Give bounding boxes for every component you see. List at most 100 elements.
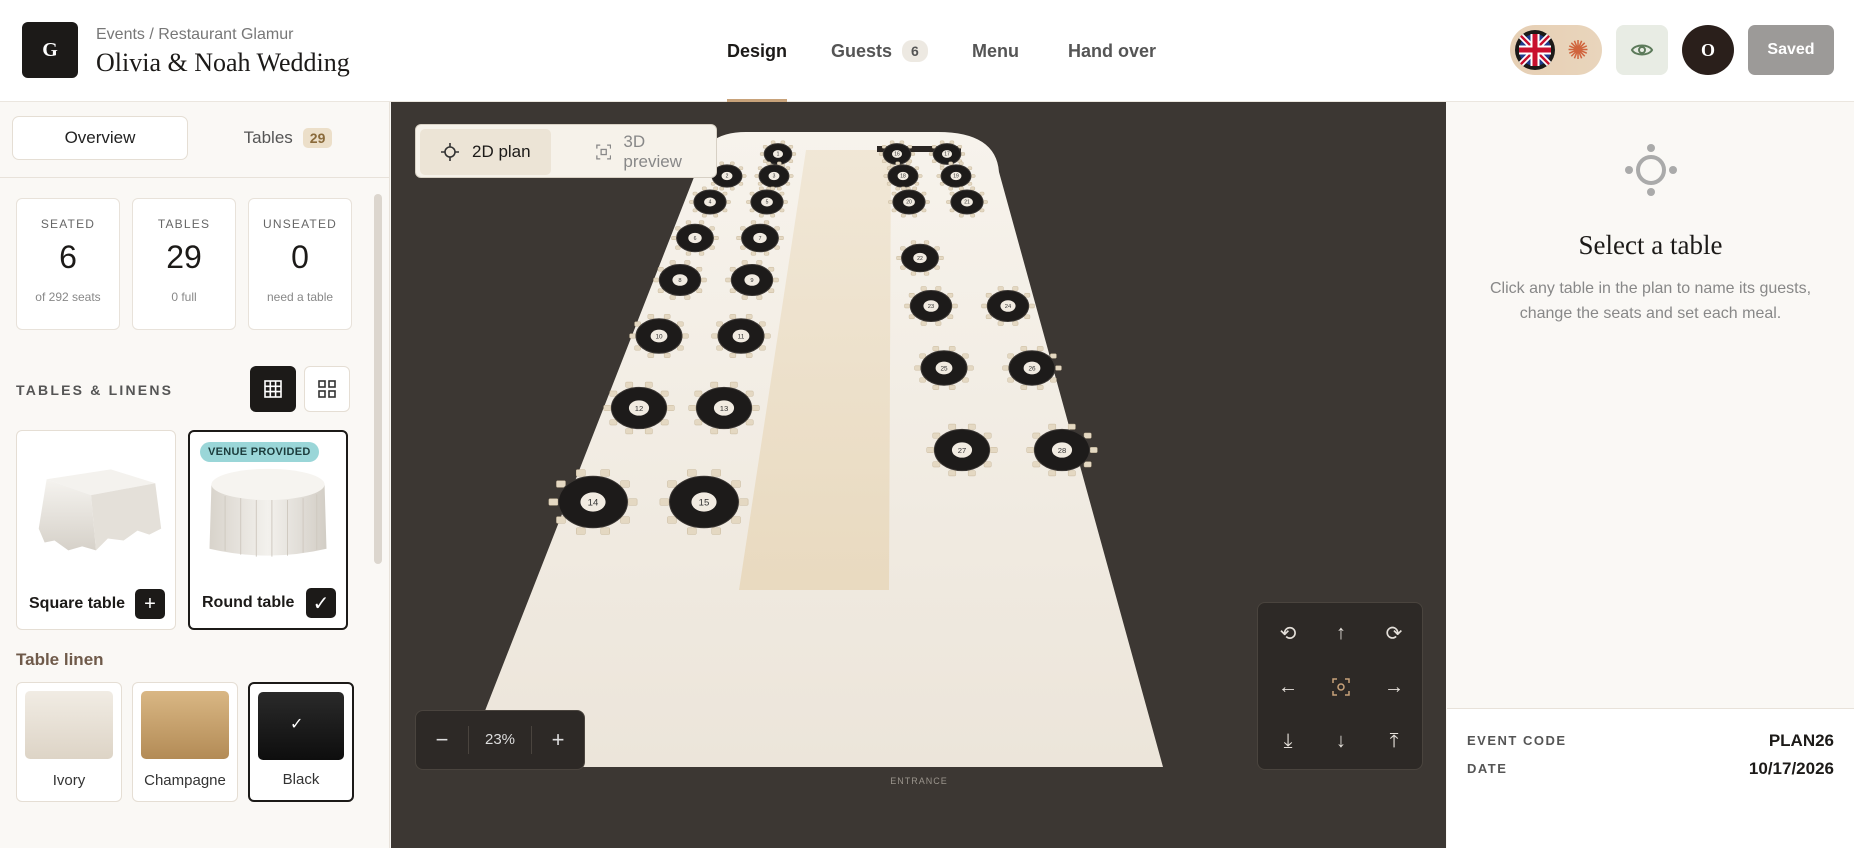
chair [932, 461, 941, 468]
tile-view-button[interactable] [304, 366, 350, 412]
table-number: 5 [766, 200, 769, 206]
rotate-right-button[interactable]: ⟳ [1368, 607, 1420, 659]
tab-guests[interactable]: Guests 6 [831, 0, 928, 102]
tilt-down-button[interactable]: ⤓ [1262, 715, 1314, 767]
saved-button[interactable]: Saved [1748, 25, 1834, 75]
chair [701, 186, 707, 191]
chair [791, 152, 797, 156]
chair [729, 266, 736, 272]
date-value: 10/17/2026 [1748, 759, 1834, 778]
stat-unseated: UNSEATED 0 need a table [248, 198, 352, 330]
chair [696, 288, 703, 294]
rotate-left-button[interactable]: ⟲ [1262, 607, 1314, 659]
chair [716, 321, 723, 327]
tab-tables[interactable]: Tables 29 [200, 116, 376, 160]
chair [756, 260, 763, 265]
chair [967, 365, 974, 371]
tab-menu[interactable]: Menu [972, 0, 1019, 102]
chair [647, 314, 655, 320]
tab-design[interactable]: Design [727, 0, 788, 102]
tab-hand-over[interactable]: Hand over [1068, 0, 1156, 102]
chair [774, 226, 780, 231]
tilt-up-button[interactable]: ⤒ [1368, 715, 1420, 767]
entrance-label: ENTRANCE [890, 776, 948, 786]
table-number: 22 [917, 256, 923, 262]
chair [914, 365, 921, 371]
language-switch[interactable]: ✺ [1510, 25, 1602, 75]
pan-right-button[interactable]: → [1368, 661, 1420, 713]
zoom-out-button[interactable]: − [416, 710, 468, 770]
chair [698, 220, 705, 225]
venue-provided-badge: VENUE PROVIDED [200, 442, 319, 462]
chair [948, 346, 956, 352]
chair [666, 405, 675, 411]
chair [947, 314, 954, 320]
chair [895, 161, 900, 166]
linen-ivory[interactable]: Ivory [16, 682, 122, 802]
grid-view-button[interactable] [250, 366, 296, 412]
linen-swatch [25, 691, 113, 759]
chair [932, 432, 941, 439]
chair [1048, 423, 1057, 430]
table-number: 11 [738, 333, 745, 340]
table-number: 19 [953, 174, 959, 180]
table-number: 17 [944, 151, 950, 157]
alternate-language-icon[interactable]: ✺ [1564, 35, 1592, 65]
chair [740, 245, 746, 250]
pan-up-button[interactable]: ↑ [1315, 607, 1367, 659]
round-table-card[interactable]: VENUE PROVIDED Round table ✓ [188, 430, 348, 630]
round-table-selected-button[interactable]: ✓ [306, 588, 336, 618]
move-icon [441, 143, 459, 161]
pan-left-button[interactable]: ← [1262, 661, 1314, 713]
chair [682, 333, 689, 339]
recenter-icon [1332, 678, 1350, 696]
view-2d-plan[interactable]: 2D plan [420, 129, 551, 175]
view-3d-preview[interactable]: 3D preview [576, 125, 716, 179]
round-table-label: Round table [202, 594, 295, 611]
chair [932, 384, 940, 390]
add-square-table-button[interactable]: + [135, 589, 165, 619]
recenter-button[interactable] [1315, 661, 1367, 713]
preview-eye-button[interactable] [1616, 25, 1668, 75]
chair [634, 345, 641, 351]
chair [688, 405, 697, 411]
chair [685, 251, 692, 256]
chair [620, 480, 630, 488]
chair [778, 235, 784, 241]
chair [713, 213, 719, 218]
table-number: 4 [709, 200, 712, 206]
zoom-in-button[interactable]: + [532, 710, 584, 770]
square-table-card[interactable]: Square table + [16, 430, 176, 630]
floor-plan-canvas[interactable]: 1 2 3 4 5 6 7 8 9 10 11 12 13 14 15 16 17 18 19 20 21 22 23 24 2… [391, 102, 1446, 848]
app-logo[interactable]: G [22, 22, 78, 78]
chair [1007, 377, 1014, 383]
chair [777, 186, 782, 191]
tab-overview[interactable]: Overview [12, 116, 188, 160]
tables-linens-heading: TABLES & LINENS [16, 382, 174, 398]
pan-down-button[interactable]: ↓ [1315, 715, 1367, 767]
chair [983, 200, 988, 204]
chair [600, 469, 610, 477]
right-panel: Select a table Click any table in the pl… [1447, 102, 1854, 848]
stat-sub: 0 full [171, 290, 197, 304]
tab-design-label: Design [727, 40, 788, 61]
table-number: 25 [940, 365, 948, 372]
user-avatar[interactable]: O [1682, 25, 1734, 75]
chair [687, 527, 697, 535]
chair [677, 345, 684, 351]
tiles-icon [318, 380, 336, 398]
chair [659, 498, 670, 506]
chair [548, 498, 559, 506]
chair [741, 295, 748, 300]
square-table-image [38, 469, 162, 551]
sidebar-scroll-thumb[interactable] [374, 194, 382, 564]
linen-black[interactable]: ✓ Black [248, 682, 354, 802]
linen-champagne[interactable]: Champagne [132, 682, 238, 802]
chair [684, 295, 691, 300]
table-placeholder-icon [1625, 144, 1677, 196]
chair [741, 174, 747, 178]
breadcrumb[interactable]: Events / Restaurant Glamur [96, 26, 293, 44]
chair [772, 277, 779, 283]
chair [729, 381, 738, 388]
chair [667, 480, 677, 488]
